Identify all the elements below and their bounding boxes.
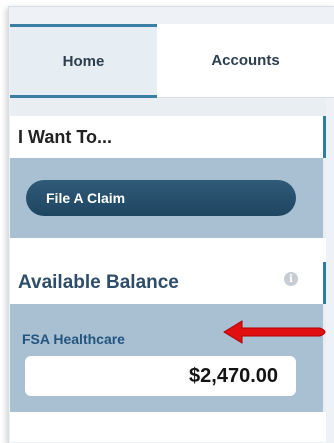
tab-accounts[interactable]: Accounts — [157, 24, 334, 98]
balance-amount: $2,470.00 — [25, 356, 296, 396]
section-heading-want: I Want To... — [10, 116, 326, 158]
account-label[interactable]: FSA Healthcare — [22, 331, 125, 347]
tab-home[interactable]: Home — [10, 24, 157, 98]
tab-bar: Home Accounts — [10, 24, 334, 98]
info-icon[interactable]: i — [284, 272, 298, 286]
section-divider — [10, 238, 326, 262]
section-heading-balance: Available Balance — [10, 262, 326, 304]
file-claim-button[interactable]: File A Claim — [26, 180, 296, 216]
red-arrow-icon — [223, 320, 326, 344]
footer-space — [10, 412, 326, 442]
